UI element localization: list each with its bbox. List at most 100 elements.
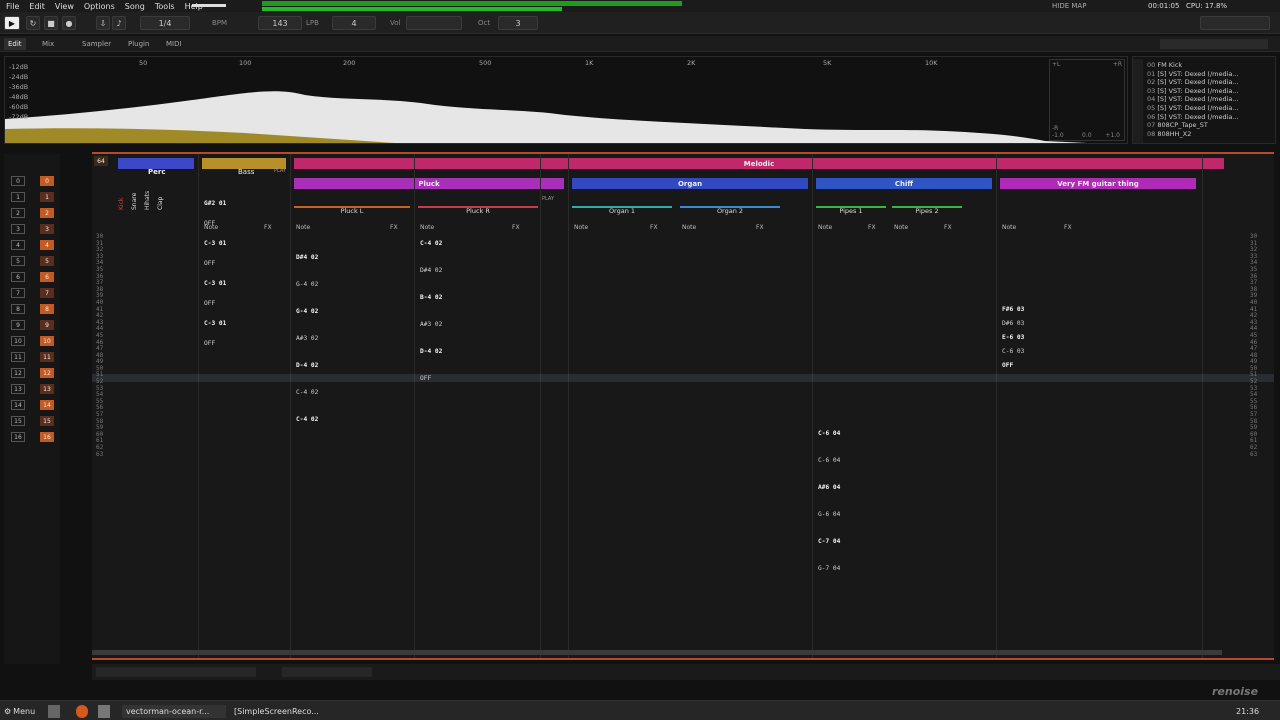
pattern-slot[interactable]: 3 bbox=[40, 224, 54, 234]
record-button[interactable]: ● bbox=[62, 16, 76, 30]
pipes-note-cell[interactable]: G-7 04 bbox=[818, 565, 840, 572]
pluck-r-note-cell[interactable]: D#4 02 bbox=[420, 267, 442, 274]
menu-tools[interactable]: Tools bbox=[155, 2, 175, 11]
pluck-l-note-cell[interactable]: G-4 02 bbox=[296, 281, 318, 288]
sequence-position[interactable]: 5 bbox=[11, 256, 25, 266]
view-toggle-buttons[interactable] bbox=[1160, 39, 1268, 49]
track-pipes-2[interactable]: Pipes 2 bbox=[892, 206, 962, 215]
guitar-note-cell[interactable]: OFF bbox=[1002, 362, 1013, 369]
pluck-r-note-cell[interactable]: D-4 02 bbox=[420, 348, 442, 355]
firefox-icon[interactable] bbox=[76, 705, 88, 718]
tab-midi[interactable]: MIDI bbox=[162, 38, 186, 50]
pattern-slot[interactable]: 7 bbox=[40, 288, 54, 298]
pattern-slot[interactable]: 9 bbox=[40, 320, 54, 330]
pattern-slot[interactable]: 6 bbox=[40, 272, 54, 282]
velocity-box[interactable] bbox=[406, 16, 462, 30]
pluck-l-note-cell[interactable]: G-4 02 bbox=[296, 308, 318, 315]
sequence-position[interactable]: 12 bbox=[11, 368, 25, 378]
track-snare[interactable]: Snare bbox=[131, 170, 138, 210]
track-hihats[interactable]: Hihats bbox=[144, 170, 151, 210]
metronome-button[interactable]: ♪ bbox=[112, 16, 126, 30]
sequence-position[interactable]: 3 bbox=[11, 224, 25, 234]
tab-edit[interactable]: Edit bbox=[4, 38, 26, 50]
group-pluck[interactable]: Pluck bbox=[294, 178, 564, 189]
sequence-position[interactable]: 1 bbox=[11, 192, 25, 202]
tab-sampler[interactable]: Sampler bbox=[78, 38, 115, 50]
instrument-item[interactable]: 01 [S] VST: Dexed (/media... bbox=[1147, 70, 1239, 78]
pluck-r-note-cell[interactable]: B-4 02 bbox=[420, 294, 442, 301]
pattern-slot[interactable]: 13 bbox=[40, 384, 54, 394]
octave-box[interactable]: 3 bbox=[498, 16, 538, 30]
pattern-slot[interactable]: 14 bbox=[40, 400, 54, 410]
menu-options[interactable]: Options bbox=[84, 2, 115, 11]
bass-note-cell[interactable]: C-3 01 bbox=[204, 280, 226, 287]
play-button[interactable]: ▶ bbox=[4, 16, 20, 30]
instrument-item[interactable]: 07 808CP_Tape_ST bbox=[1147, 121, 1208, 129]
bass-note-cell[interactable]: C-3 01 bbox=[204, 320, 226, 327]
guitar-note-cell[interactable]: C-6 03 bbox=[1002, 348, 1024, 355]
instrument-item[interactable]: 06 [S] VST: Dexed (/media... bbox=[1147, 113, 1239, 121]
sequence-position[interactable]: 14 bbox=[11, 400, 25, 410]
start-menu-button[interactable]: ⚙ Menu bbox=[4, 705, 35, 718]
sequence-position[interactable]: 16 bbox=[11, 432, 25, 442]
track-organ-1[interactable]: Organ 1 bbox=[572, 206, 672, 215]
layout-presets[interactable] bbox=[1200, 16, 1270, 30]
group-chiff[interactable]: Chiff bbox=[816, 178, 992, 189]
sequence-position[interactable]: 6 bbox=[11, 272, 25, 282]
bass-note-cell[interactable]: OFF bbox=[204, 340, 215, 347]
pattern-slot[interactable]: 2 bbox=[40, 208, 54, 218]
guitar-note-cell[interactable]: D#6 03 bbox=[1002, 320, 1024, 327]
group-very-fm-guitar-thing[interactable]: Very FM guitar thing bbox=[1000, 178, 1196, 189]
instrument-list-toolbar[interactable] bbox=[1133, 59, 1143, 143]
pluck-l-note-cell[interactable]: C-4 02 bbox=[296, 389, 318, 396]
folder-icon[interactable] bbox=[98, 705, 110, 718]
track-pluck-l[interactable]: Pluck L bbox=[294, 206, 410, 215]
menu-song[interactable]: Song bbox=[125, 2, 145, 11]
pluck-r-note-cell[interactable]: A#3 02 bbox=[420, 321, 442, 328]
bass-note-cell[interactable]: C-3 01 bbox=[204, 240, 226, 247]
pipes-note-cell[interactable]: C-6 04 bbox=[818, 430, 840, 437]
file-manager-icon[interactable] bbox=[48, 705, 60, 718]
stop-button[interactable]: ■ bbox=[44, 16, 58, 30]
sequence-position[interactable]: 8 bbox=[11, 304, 25, 314]
sequence-position[interactable]: 4 bbox=[11, 240, 25, 250]
bass-note-cell[interactable]: OFF bbox=[204, 260, 215, 267]
menu-view[interactable]: View bbox=[55, 2, 74, 11]
master-volume-slider[interactable] bbox=[192, 4, 226, 7]
instrument-item[interactable]: 03 [S] VST: Dexed (/media... bbox=[1147, 87, 1239, 95]
step-length-box[interactable]: 1/4 bbox=[140, 16, 190, 30]
guitar-note-cell[interactable]: E-6 03 bbox=[1002, 334, 1024, 341]
pluck-l-note-cell[interactable]: D-4 02 bbox=[296, 362, 318, 369]
instrument-item[interactable]: 05 [S] VST: Dexed (/media... bbox=[1147, 104, 1239, 112]
horizontal-scrollbar[interactable] bbox=[92, 650, 1222, 655]
taskbar-app-screen-recorder[interactable]: [SimpleScreenReco... bbox=[230, 705, 334, 718]
sequence-position[interactable]: 9 bbox=[11, 320, 25, 330]
pattern-slot[interactable]: 11 bbox=[40, 352, 54, 362]
pipes-note-cell[interactable]: C-6 04 bbox=[818, 457, 840, 464]
tab-mix[interactable]: Mix bbox=[38, 38, 58, 50]
sequence-position[interactable]: 7 bbox=[11, 288, 25, 298]
pattern-slot[interactable]: 8 bbox=[40, 304, 54, 314]
hide-map-label[interactable]: HIDE MAP bbox=[1052, 2, 1086, 10]
sequence-position[interactable]: 11 bbox=[11, 352, 25, 362]
pluck-l-note-cell[interactable]: A#3 02 bbox=[296, 335, 318, 342]
pluck-l-note-cell[interactable]: D#4 02 bbox=[296, 254, 318, 261]
pipes-note-cell[interactable]: A#6 04 bbox=[818, 484, 840, 491]
group-organ[interactable]: Organ bbox=[572, 178, 808, 189]
pattern-slot[interactable]: 4 bbox=[40, 240, 54, 250]
instrument-item[interactable]: 08 808HH_X2 bbox=[1147, 130, 1191, 138]
pluck-r-note-cell[interactable]: C-4 02 bbox=[420, 240, 442, 247]
pattern-slot[interactable]: 15 bbox=[40, 416, 54, 426]
pattern-slot[interactable]: 1 bbox=[40, 192, 54, 202]
sequence-position[interactable]: 13 bbox=[11, 384, 25, 394]
menu-file[interactable]: File bbox=[6, 2, 19, 11]
pattern-lines-count[interactable]: 64 bbox=[94, 156, 108, 166]
track-kick[interactable]: Kick bbox=[118, 170, 125, 210]
pipes-note-cell[interactable]: C-7 04 bbox=[818, 538, 840, 545]
menu-edit[interactable]: Edit bbox=[29, 2, 45, 11]
column-visibility-buttons[interactable] bbox=[282, 667, 372, 677]
sequence-position[interactable]: 0 bbox=[11, 176, 25, 186]
bass-note-cell[interactable]: OFF bbox=[204, 220, 215, 227]
pattern-slot[interactable]: 10 bbox=[40, 336, 54, 346]
tab-plugin[interactable]: Plugin bbox=[124, 38, 153, 50]
